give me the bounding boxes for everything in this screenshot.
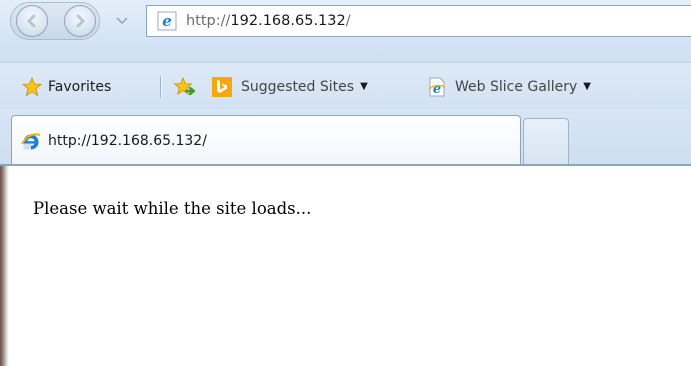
back-button[interactable] (16, 5, 48, 37)
new-tab-button[interactable] (523, 118, 569, 165)
tab-bar: http://192.168.65.132/ (0, 109, 691, 166)
loading-message: Please wait while the site loads... (33, 199, 312, 218)
forward-button[interactable] (64, 5, 96, 37)
web-slice-gallery-link[interactable]: e Web Slice Gallery ▼ (426, 63, 591, 110)
dropdown-caret-icon: ▼ (360, 81, 368, 92)
page-content: Please wait while the site loads... (0, 166, 691, 366)
address-bar[interactable]: e http://192.168.65.132/ (146, 5, 691, 37)
web-slice-gallery-label: Web Slice Gallery (455, 78, 578, 95)
chevron-down-icon (116, 17, 128, 25)
tab-active[interactable]: http://192.168.65.132/ (11, 115, 521, 166)
url-host: 192.168.65.132 (230, 13, 346, 29)
tab-label: http://192.168.65.132/ (48, 133, 207, 149)
browser-window: e http://192.168.65.132/ Favorites Sugge… (0, 0, 691, 366)
add-to-favorites-icon (173, 76, 196, 95)
favorites-bar: Favorites Suggested Sites ▼ e Web Slice … (0, 62, 691, 109)
favorites-label: Favorites (48, 78, 112, 95)
ie-logo-icon (21, 133, 41, 150)
navigation-toolbar: e http://192.168.65.132/ (0, 0, 691, 62)
favorites-button[interactable]: Favorites (22, 63, 111, 110)
add-to-favorites-button[interactable] (172, 63, 198, 110)
toolbar-separator (160, 76, 161, 98)
suggested-sites-label: Suggested Sites (241, 78, 355, 95)
ie-logo-icon: e (157, 11, 177, 31)
address-url[interactable]: http://192.168.65.132/ (186, 13, 351, 29)
bing-icon (212, 76, 232, 97)
back-arrow-icon (27, 14, 36, 28)
window-edge (0, 166, 9, 366)
svg-text:e: e (433, 82, 441, 97)
suggested-sites-link[interactable]: Suggested Sites ▼ (212, 63, 368, 110)
svg-text:e: e (162, 12, 172, 30)
url-scheme: http:// (186, 13, 231, 29)
dropdown-caret-icon: ▼ (583, 81, 591, 92)
star-icon (22, 76, 42, 96)
url-path: / (345, 13, 351, 29)
ie-page-icon: e (428, 77, 446, 97)
recent-pages-button[interactable] (114, 14, 130, 28)
forward-arrow-icon (76, 14, 85, 28)
